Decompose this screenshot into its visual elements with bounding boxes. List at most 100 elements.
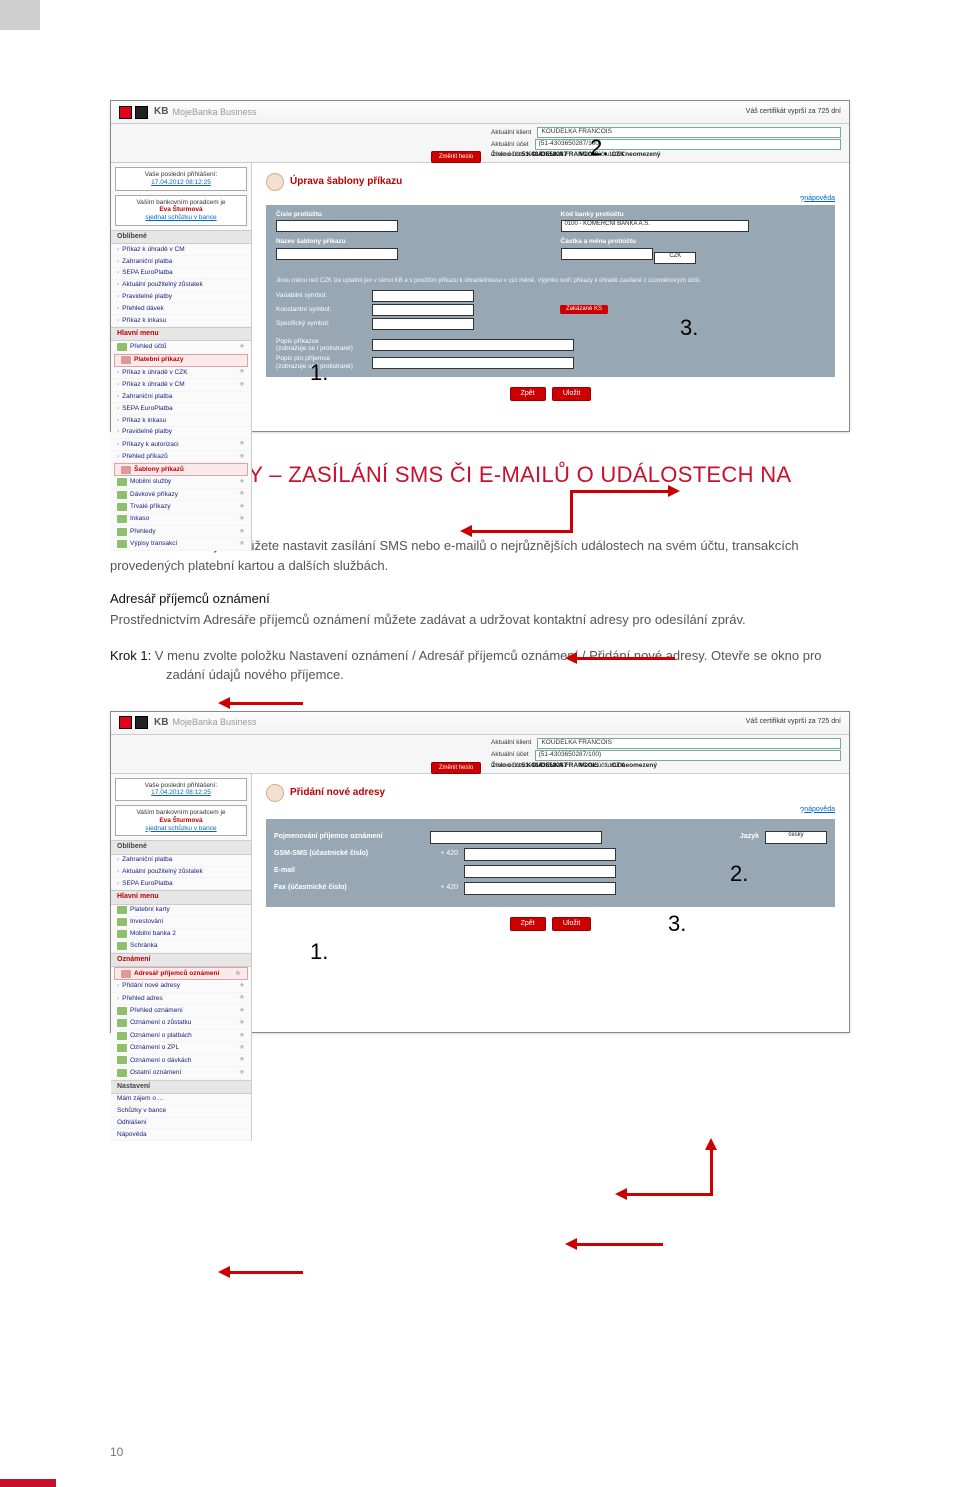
sidebar-item[interactable]: Investování bbox=[111, 917, 251, 929]
app-body: Vaše poslední přihlášení: 17.04.2012 08:… bbox=[111, 163, 849, 551]
sidebar-item[interactable]: Nápověda bbox=[111, 1129, 251, 1141]
sidebar-item[interactable]: ›SEPA EuroPlatba bbox=[111, 268, 251, 280]
back-button[interactable]: Zpět bbox=[510, 917, 546, 931]
sidebar-item-templates[interactable]: Šablony příkazů bbox=[114, 463, 248, 476]
recipient-name-input[interactable] bbox=[430, 831, 602, 844]
app-header: KB MojeBanka Business Váš certifikát vyp… bbox=[111, 712, 849, 735]
app-name: MojeBanka Business bbox=[172, 717, 256, 728]
sidebar-item[interactable]: ›Aktuální použitelný zůstatek bbox=[111, 280, 251, 292]
help-link[interactable]: nápověda bbox=[804, 195, 835, 203]
client-select[interactable]: KOUDELKA FRANCOIS bbox=[537, 127, 841, 138]
sidebar-item[interactable]: Výpisy transakcí★ bbox=[111, 538, 251, 550]
save-button[interactable]: Uložit bbox=[552, 917, 592, 931]
kb-label: KB bbox=[154, 106, 168, 118]
sidebar-item[interactable]: Oznámení o ZPL★ bbox=[111, 1042, 251, 1054]
forbidden-ks-button[interactable]: Zakázané KS bbox=[560, 305, 608, 314]
sidebar-item[interactable]: Trvalé příkazy★ bbox=[111, 501, 251, 513]
last-login-link[interactable]: 17.04.2012 08:12:25 bbox=[119, 179, 243, 187]
ss-label: Specifický symbol: bbox=[276, 320, 366, 328]
sidebar-item[interactable]: ›SEPA EuroPlatba bbox=[111, 403, 251, 415]
vs-input[interactable] bbox=[372, 290, 474, 302]
callout-2: 2. bbox=[590, 135, 608, 161]
sidebar-item[interactable]: ›Pravidelné platby bbox=[111, 427, 251, 439]
callout-3: 3. bbox=[668, 911, 686, 937]
main-panel: Přidání nové adresy nápověda ? Pojmenová… bbox=[252, 774, 849, 1142]
template-name-input[interactable] bbox=[276, 248, 398, 260]
form-section: Číslo protiúčtu Název šablony příkazu Kó… bbox=[266, 205, 835, 271]
sidebar-item[interactable]: ›Příkaz k úhradě v CZK★ bbox=[111, 367, 251, 379]
sidebar-item[interactable]: Schránka bbox=[111, 941, 251, 953]
sidebar-item[interactable]: ›Přehled dávek bbox=[111, 303, 251, 315]
sidebar-item[interactable]: Odhlášení bbox=[111, 1118, 251, 1130]
amount-input[interactable] bbox=[561, 248, 653, 260]
sidebar-item-list-addresses[interactable]: ›Přehled adres★ bbox=[111, 993, 251, 1005]
sidebar-item[interactable]: ›Zahraniční platba bbox=[111, 855, 251, 867]
sidebar-item[interactable]: Přehledy★ bbox=[111, 526, 251, 538]
back-button[interactable]: Zpět bbox=[510, 387, 546, 401]
field-label: GSM-SMS (účastnické číslo) bbox=[274, 850, 424, 858]
sidebar-item[interactable]: Oznámení o platbách★ bbox=[111, 1030, 251, 1042]
sidebar-item[interactable]: ›SEPA EuroPlatba bbox=[111, 878, 251, 890]
ks-input[interactable] bbox=[372, 304, 474, 316]
sidebar-item[interactable]: ›Příkaz k úhradě v CM★ bbox=[111, 379, 251, 391]
sidebar-item[interactable]: ›Příkaz k inkasu bbox=[111, 315, 251, 327]
account-select[interactable]: (51-4303650287/100) bbox=[535, 750, 841, 761]
counteraccount-input[interactable] bbox=[276, 220, 398, 232]
field-label: E-mail bbox=[274, 867, 424, 875]
change-password-button[interactable]: Změnit heslo bbox=[431, 151, 481, 163]
desc2-input[interactable] bbox=[372, 357, 574, 369]
info-text: Jinou měnu než CZK lze uplatnit jen v rá… bbox=[276, 278, 825, 285]
meeting-link[interactable]: sjednat schůzku v bance bbox=[145, 825, 216, 832]
callout-3: 3. bbox=[680, 315, 698, 341]
language-select[interactable]: česky bbox=[765, 831, 827, 844]
sidebar-item-overview-notif[interactable]: Přehled oznámení★ bbox=[111, 1005, 251, 1017]
help-link[interactable]: nápověda bbox=[804, 806, 835, 814]
sidebar-item[interactable]: ›Aktuální použitelný zůstatek bbox=[111, 867, 251, 879]
last-login-link[interactable]: 17.04.2012 08:12:25 bbox=[119, 789, 243, 797]
sidebar-item-add-address[interactable]: ›Přidání nové adresy★ bbox=[111, 980, 251, 992]
sidebar-item-addressbook[interactable]: Adresář příjemců oznámení★ bbox=[114, 967, 248, 980]
sidebar-item[interactable]: Ostatní oznámení★ bbox=[111, 1067, 251, 1079]
sidebar-item[interactable]: ›Pravidelné platby bbox=[111, 292, 251, 304]
sidebar-item[interactable]: ›Příkaz k úhradě v CM bbox=[111, 244, 251, 256]
sidebar-item[interactable]: Schůzky v bance bbox=[111, 1106, 251, 1118]
gsm-input[interactable] bbox=[464, 848, 616, 861]
callout-1: 1. bbox=[310, 360, 328, 386]
sidebar-item[interactable]: ›Příkazy k autorizaci★ bbox=[111, 439, 251, 451]
sidebar-item[interactable]: Mobilní služby★ bbox=[111, 476, 251, 488]
ss-input[interactable] bbox=[372, 318, 474, 330]
sidebar-item[interactable]: Mám zájem o ... bbox=[111, 1094, 251, 1106]
sidebar-item[interactable]: Platební karty bbox=[111, 905, 251, 917]
client-select[interactable]: KOUDELKA FRANCOIS bbox=[537, 738, 841, 749]
sidebar-item[interactable]: ›Zahraniční platba bbox=[111, 256, 251, 268]
prefix-label: + 420 bbox=[430, 850, 458, 858]
currency-select[interactable]: CZK bbox=[654, 252, 696, 264]
app-body: Vaše poslední přihlášení: 17.04.2012 08:… bbox=[111, 774, 849, 1142]
sidebar-item-overview[interactable]: Přehled účtů★ bbox=[111, 341, 251, 353]
sidebar-item[interactable]: Dávkové příkazy★ bbox=[111, 489, 251, 501]
sidebar-item-payments[interactable]: Platební příkazy bbox=[114, 354, 248, 367]
step-1: Krok 1: V menu zvolte položku Nastavení … bbox=[110, 646, 850, 685]
sidebar-item[interactable]: ›Přehled příkazů★ bbox=[111, 451, 251, 463]
desc1-input[interactable] bbox=[372, 339, 574, 351]
field-label: Název šablony příkazu bbox=[276, 238, 541, 246]
sidebar-item[interactable]: Oznámení o zůstatku★ bbox=[111, 1018, 251, 1030]
meeting-link[interactable]: sjednat schůzku v bance bbox=[145, 214, 216, 221]
save-button[interactable]: Uložit bbox=[552, 387, 592, 401]
sidebar-item[interactable]: Oznámení o dávkách★ bbox=[111, 1055, 251, 1067]
email-input[interactable] bbox=[464, 865, 616, 878]
last-login-box: Vaše poslední přihlášení: 17.04.2012 08:… bbox=[115, 778, 247, 802]
kb-logo-black bbox=[135, 716, 148, 729]
bank-code-select[interactable]: 0100 - KOMERCNI BANKA A.S. bbox=[561, 220, 749, 232]
fax-input[interactable] bbox=[464, 882, 616, 895]
last-login-box: Vaše poslední přihlášení: 17.04.2012 08:… bbox=[115, 167, 247, 191]
sidebar-item[interactable]: Inkaso★ bbox=[111, 514, 251, 526]
advisor-box: Vaším bankovním poradcem je Eva Šturmová… bbox=[115, 195, 247, 226]
account-select[interactable]: (51-4303650287/100) bbox=[535, 139, 841, 150]
holder-row: Jméno účtu:KOUDELKA FRANCOIS Limit:neome… bbox=[491, 762, 657, 770]
field-label: Fax (účastnické číslo) bbox=[274, 884, 424, 892]
sidebar-item[interactable]: ›Zahraniční platba bbox=[111, 392, 251, 404]
change-password-button[interactable]: Změnit heslo bbox=[431, 762, 481, 774]
sidebar-item[interactable]: Mobilní banka 2 bbox=[111, 929, 251, 941]
sidebar-item[interactable]: ›Příkaz k inkasu bbox=[111, 415, 251, 427]
